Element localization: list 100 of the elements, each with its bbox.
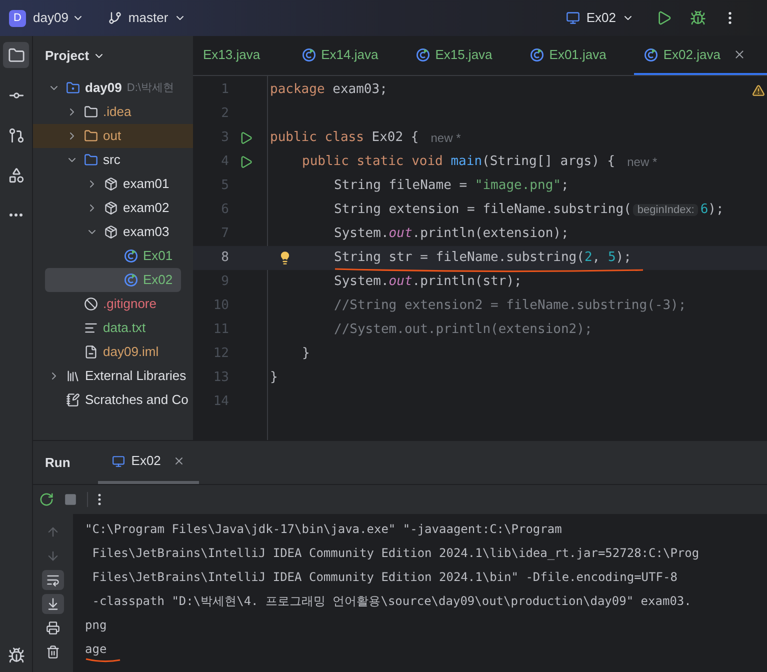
- tree-item[interactable]: exam01: [33, 172, 193, 196]
- warning-icon[interactable]: [752, 84, 765, 96]
- debug-icon[interactable]: [690, 10, 706, 26]
- code-hint: new *: [430, 130, 461, 147]
- project-badge: D: [9, 10, 26, 26]
- folder-icon: [8, 46, 24, 64]
- run-icon[interactable]: [239, 155, 253, 169]
- folder-icon: [84, 129, 98, 143]
- tree-item[interactable]: Ex02: [45, 268, 181, 292]
- branch-selector[interactable]: master: [108, 8, 186, 28]
- code-line: System.out.println(extension);: [334, 225, 569, 244]
- console-line: Files\JetBrains\IntelliJ IDEA Community Edition 2024.1\lib\idea_rt.jar=52728:C:\Prog: [91, 545, 700, 562]
- class-icon: [530, 48, 544, 62]
- library-icon: [66, 369, 80, 383]
- text-file-icon: [84, 321, 98, 335]
- code-line: public static void main(String[] args) {: [302, 153, 616, 172]
- project-view-selector[interactable]: Project: [33, 36, 106, 76]
- path-label: D:\박세현: [126, 80, 174, 96]
- tree-item-label: Ex02: [143, 271, 173, 290]
- class-icon: [124, 273, 138, 287]
- tree-item-label: .idea: [103, 103, 132, 122]
- class-icon: [644, 48, 658, 62]
- stop-icon[interactable]: [64, 493, 77, 506]
- tree-item-label: day09: [85, 79, 122, 98]
- branch-icon: [108, 11, 122, 25]
- tree-item-label: exam03: [123, 223, 170, 242]
- code-hint: new *: [627, 154, 658, 171]
- run-tab[interactable]: Ex02: [98, 441, 199, 484]
- debug-icon[interactable]: [8, 647, 24, 664]
- class-icon: [416, 48, 430, 62]
- class-icon: [302, 48, 316, 62]
- pull-request-icon: [8, 126, 24, 144]
- tree-item[interactable]: .gitignore: [33, 292, 193, 316]
- lightbulb-icon[interactable]: [278, 251, 292, 265]
- tree-item[interactable]: .idea: [33, 100, 193, 124]
- tree-item-label: data.txt: [103, 319, 146, 338]
- editor-tab[interactable]: Ex14.java: [292, 36, 406, 75]
- project-switcher[interactable]: day09: [33, 8, 84, 28]
- ignore-file-icon: [84, 297, 98, 311]
- tree-item-label: External Libraries: [85, 367, 186, 386]
- console-line: age: [85, 640, 107, 658]
- module-icon: [66, 81, 80, 95]
- code-line: public class Ex02 {: [270, 129, 419, 148]
- line-number: 8: [220, 249, 229, 268]
- more-icon: [9, 213, 23, 217]
- code-line: String str = fileName.substring(2, 5);: [334, 248, 632, 268]
- code-line: System.out.println(str);: [334, 273, 522, 292]
- code-line: //String extension2 = fileName.substring(-3);: [334, 297, 686, 316]
- editor-tab[interactable]: Ex01.java: [520, 36, 634, 75]
- structure-icon: [8, 166, 24, 184]
- rerun-icon[interactable]: [39, 492, 54, 507]
- tree-item-label: src: [103, 151, 120, 170]
- run-icon[interactable]: [656, 10, 672, 26]
- run-config-selector[interactable]: Ex02: [566, 8, 634, 28]
- tree-item-label: Ex01: [143, 247, 173, 266]
- run-icon[interactable]: [239, 131, 253, 145]
- close-icon[interactable]: [733, 48, 746, 61]
- tree-item-label: exam02: [123, 199, 170, 218]
- tree-item[interactable]: External Libraries: [33, 364, 193, 388]
- tree-item[interactable]: day09 D:\박세현: [33, 76, 193, 100]
- tree-item-label: day09.iml: [103, 343, 159, 362]
- console-line: Files\JetBrains\IntelliJ IDEA Community Edition 2024.1\bin" -Dfile.encoding=UTF-8: [91, 569, 678, 586]
- code-line: }: [302, 345, 310, 364]
- tree-item-label: out: [103, 127, 122, 146]
- tree-item-label: Scratches and Co: [85, 391, 188, 410]
- tree-item[interactable]: data.txt: [33, 316, 193, 340]
- tree-item[interactable]: exam03: [33, 220, 193, 244]
- console-line: -classpath "D:\박세현\4. 프로그래밍 언어활용\source\day09\out\production\day09" exam03.: [91, 593, 692, 610]
- tool-window-button[interactable]: [3, 42, 29, 68]
- tree-item[interactable]: exam02: [33, 196, 193, 220]
- console-line: png: [85, 617, 107, 634]
- package-icon: [104, 225, 118, 239]
- panel-title: Run: [45, 454, 70, 472]
- wrap-icon[interactable]: [42, 570, 64, 590]
- tree-item[interactable]: day09.iml: [33, 340, 193, 364]
- tree-item-label: .gitignore: [103, 295, 156, 314]
- editor-tab[interactable]: Ex13.java: [193, 36, 292, 75]
- tree-item[interactable]: Ex01: [33, 244, 193, 268]
- underline-annotation: [85, 657, 121, 663]
- close-icon[interactable]: [172, 455, 185, 467]
- tree-item[interactable]: src: [33, 148, 193, 172]
- folder-icon: [84, 153, 98, 167]
- package-icon: [104, 177, 118, 191]
- package-icon: [104, 201, 118, 215]
- tree-item[interactable]: out: [33, 124, 193, 148]
- tree-item[interactable]: Scratches and Co: [33, 388, 193, 412]
- tree-item-label: exam01: [123, 175, 170, 194]
- code-line: package exam03;: [270, 81, 388, 100]
- window-icon: [566, 11, 580, 25]
- folder-icon: [84, 105, 98, 119]
- code-line: String extension = fileName.substring( beginIndex: 6);: [334, 201, 724, 220]
- code-line: }: [270, 369, 278, 388]
- scroll-to-end-icon[interactable]: [42, 594, 64, 614]
- code-line: String fileName = "image.png";: [334, 177, 569, 196]
- code-line: //System.out.println(extension2);: [334, 321, 592, 340]
- console-line: "C:\Program Files\Java\jdk-17\bin\java.exe" "-javaagent:C:\Program: [85, 521, 562, 538]
- class-icon: [124, 249, 138, 263]
- module-file-icon: [84, 345, 98, 359]
- scratches-icon: [66, 393, 80, 407]
- editor-tab[interactable]: Ex15.java: [406, 36, 520, 75]
